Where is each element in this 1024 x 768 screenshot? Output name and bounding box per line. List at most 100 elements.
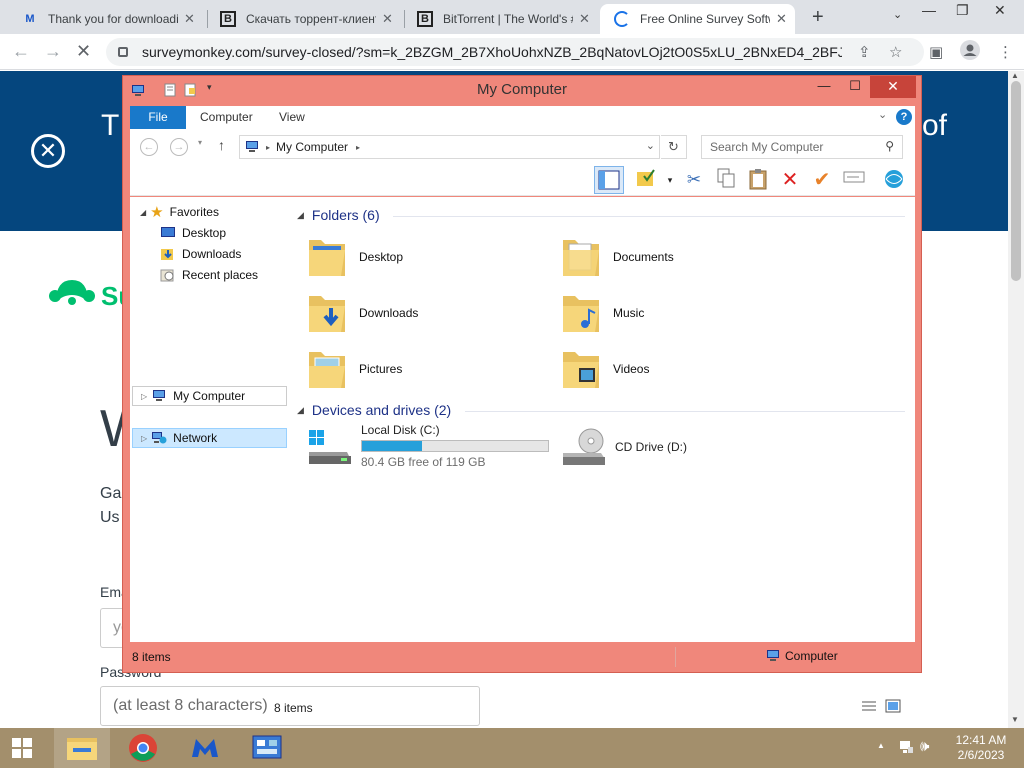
taskbar-control-panel[interactable] (239, 728, 295, 768)
recent-locations-chevron-icon[interactable]: ▾ (198, 138, 202, 147)
expand-ribbon-chevron-icon[interactable]: ⌄ (878, 108, 887, 121)
tab-file[interactable]: File (130, 106, 186, 129)
checklist-folder-icon[interactable] (635, 168, 659, 192)
item-count: 8 items (132, 650, 171, 664)
breadcrumb[interactable]: My Computer (276, 140, 348, 154)
close-icon[interactable]: ✕ (994, 2, 1006, 19)
share-icon[interactable]: ⇪ (858, 43, 871, 61)
tab-thank-you[interactable]: M Thank you for downloading ✕ (8, 4, 203, 34)
maximize-icon[interactable]: ☐ (840, 76, 870, 98)
close-icon[interactable]: ✕ (579, 11, 590, 27)
folders-group-header[interactable]: ◢ Folders (6) (297, 207, 380, 223)
taskbar-file-explorer[interactable] (54, 728, 110, 768)
folder-desktop[interactable]: Desktop (307, 231, 547, 283)
close-icon[interactable]: ✕ (776, 11, 787, 27)
close-icon[interactable]: ✕ (870, 76, 916, 98)
profile-avatar-icon[interactable] (960, 40, 980, 64)
search-input[interactable]: Search My Computer ⚲ (701, 135, 903, 159)
copy-icon[interactable] (714, 168, 738, 192)
tab-surveymonkey[interactable]: Free Online Survey Software ✕ (600, 4, 795, 34)
scroll-down-icon[interactable]: ▼ (1011, 715, 1019, 724)
folder-pictures[interactable]: Pictures (307, 343, 547, 395)
folder-documents[interactable]: Documents (561, 231, 801, 283)
tab-bittorrent[interactable]: B BitTorrent | The World's # ✕ (403, 4, 598, 34)
new-tab-plus-icon[interactable]: + (812, 6, 824, 29)
sidebar-item-my-computer[interactable]: ▷ My Computer (132, 386, 287, 406)
sidebar-item-downloads[interactable]: Downloads (160, 244, 310, 264)
drive-cd-d[interactable]: CD Drive (D:) (561, 427, 687, 467)
close-icon[interactable]: ✕ (382, 11, 393, 27)
refresh-icon[interactable]: ↻ (661, 135, 687, 159)
sidebar-item-favorites[interactable]: ◢ ★ Favorites (140, 202, 290, 222)
cut-scissors-icon[interactable]: ✂ (682, 168, 706, 192)
expand-triangle-icon[interactable]: ▷ (141, 392, 147, 401)
collapse-triangle-icon[interactable]: ◢ (297, 405, 304, 416)
folder-music[interactable]: Music (561, 287, 801, 339)
delete-x-icon[interactable]: ✕ (778, 168, 802, 192)
taskbar-malwarebytes[interactable] (177, 728, 233, 768)
sidebar-item-network[interactable]: ▷ Network (132, 428, 287, 448)
devices-group-header[interactable]: ◢ Devices and drives (2) (297, 402, 451, 418)
details-view-icon[interactable] (861, 699, 877, 716)
url-text[interactable]: surveymonkey.com/survey-closed/?sm=k_2BZ… (142, 44, 842, 60)
bookmark-star-icon[interactable]: ☆ (889, 43, 902, 61)
help-icon[interactable]: ? (896, 109, 912, 125)
side-panel-icon[interactable]: ▣ (929, 43, 943, 61)
network-tray-icon[interactable] (898, 739, 914, 758)
tray-expand-icon[interactable]: ▲ (877, 741, 885, 750)
sidebar-item-label: Desktop (182, 226, 227, 240)
checkmark-icon[interactable]: ✔ (810, 168, 834, 192)
documents-folder-icon (563, 240, 599, 276)
close-icon[interactable]: ✕ (184, 11, 195, 27)
stop-icon[interactable]: ✕ (76, 41, 91, 62)
preview-pane-icon[interactable] (594, 166, 624, 194)
search-icon[interactable]: ⚲ (885, 139, 894, 153)
volume-icon[interactable]: 🕪 (920, 738, 929, 755)
tab-torrent-ru[interactable]: B Скачать торрент-клиент ✕ (206, 4, 401, 34)
group-header-label: Devices and drives (2) (311, 402, 452, 418)
address-bar[interactable]: surveymonkey.com/survey-closed/?sm=k_2BZ… (106, 38, 924, 66)
tab-search-chevron-icon[interactable]: ⌄ (893, 8, 902, 21)
page-scrollbar[interactable]: ▲ ▼ (1008, 71, 1024, 728)
back-arrow-icon[interactable]: ← (12, 41, 30, 62)
rename-icon[interactable] (842, 168, 866, 192)
breadcrumb-chevron-icon[interactable]: ▸ (356, 143, 360, 152)
globe-shell-icon[interactable] (882, 168, 906, 192)
expand-triangle-icon[interactable]: ▷ (141, 434, 147, 443)
expand-triangle-icon[interactable]: ◢ (140, 208, 146, 217)
taskbar-chrome[interactable] (115, 728, 171, 768)
dropdown-chevron-icon[interactable]: ▾ (658, 168, 682, 192)
close-circle-icon[interactable]: ✕ (31, 134, 65, 168)
explorer-address-bar[interactable]: ▸ My Computer ▸ ⌄ (239, 135, 660, 159)
folder-downloads[interactable]: Downloads (307, 287, 547, 339)
folder-videos[interactable]: Videos (561, 343, 801, 395)
taskbar: ▲ 🕪 12:41 AM 2/6/2023 (0, 728, 1024, 768)
back-arrow-icon[interactable]: ← (140, 138, 158, 156)
minimize-icon[interactable]: — (809, 76, 839, 98)
forward-arrow-icon[interactable]: → (170, 138, 188, 156)
subtext-line-1: Ga (100, 485, 122, 502)
drive-local-disk-c[interactable]: Local Disk (C:) 80.4 GB free of 119 GB (307, 423, 549, 469)
paste-clipboard-icon[interactable] (746, 168, 770, 192)
sidebar-item-desktop[interactable]: Desktop (160, 223, 310, 243)
collapse-triangle-icon[interactable]: ◢ (297, 210, 304, 221)
address-dropdown-chevron-icon[interactable]: ⌄ (646, 139, 655, 152)
menu-kebab-icon[interactable]: ⋮ (998, 43, 1013, 61)
folder-label: Pictures (359, 362, 403, 376)
windows-start-icon[interactable] (0, 728, 46, 768)
surveymonkey-logo-icon (49, 280, 95, 305)
forward-arrow-icon[interactable]: → (44, 41, 62, 62)
item-count-inner: 8 items (274, 701, 313, 715)
large-icons-view-icon[interactable] (885, 699, 901, 716)
scroll-thumb[interactable] (1011, 81, 1021, 281)
scroll-up-icon[interactable]: ▲ (1011, 71, 1019, 80)
hard-drive-windows-icon (309, 430, 351, 464)
sidebar-item-recent-places[interactable]: Recent places (160, 265, 310, 285)
tab-view[interactable]: View (267, 106, 317, 129)
restore-icon[interactable]: ❐ (956, 2, 969, 19)
up-arrow-icon[interactable]: ↑ (218, 137, 225, 153)
minimize-icon[interactable]: — (922, 2, 936, 18)
lock-icon[interactable] (118, 47, 128, 57)
taskbar-clock[interactable]: 12:41 AM 2/6/2023 (948, 733, 1014, 763)
tab-computer[interactable]: Computer (188, 106, 265, 129)
